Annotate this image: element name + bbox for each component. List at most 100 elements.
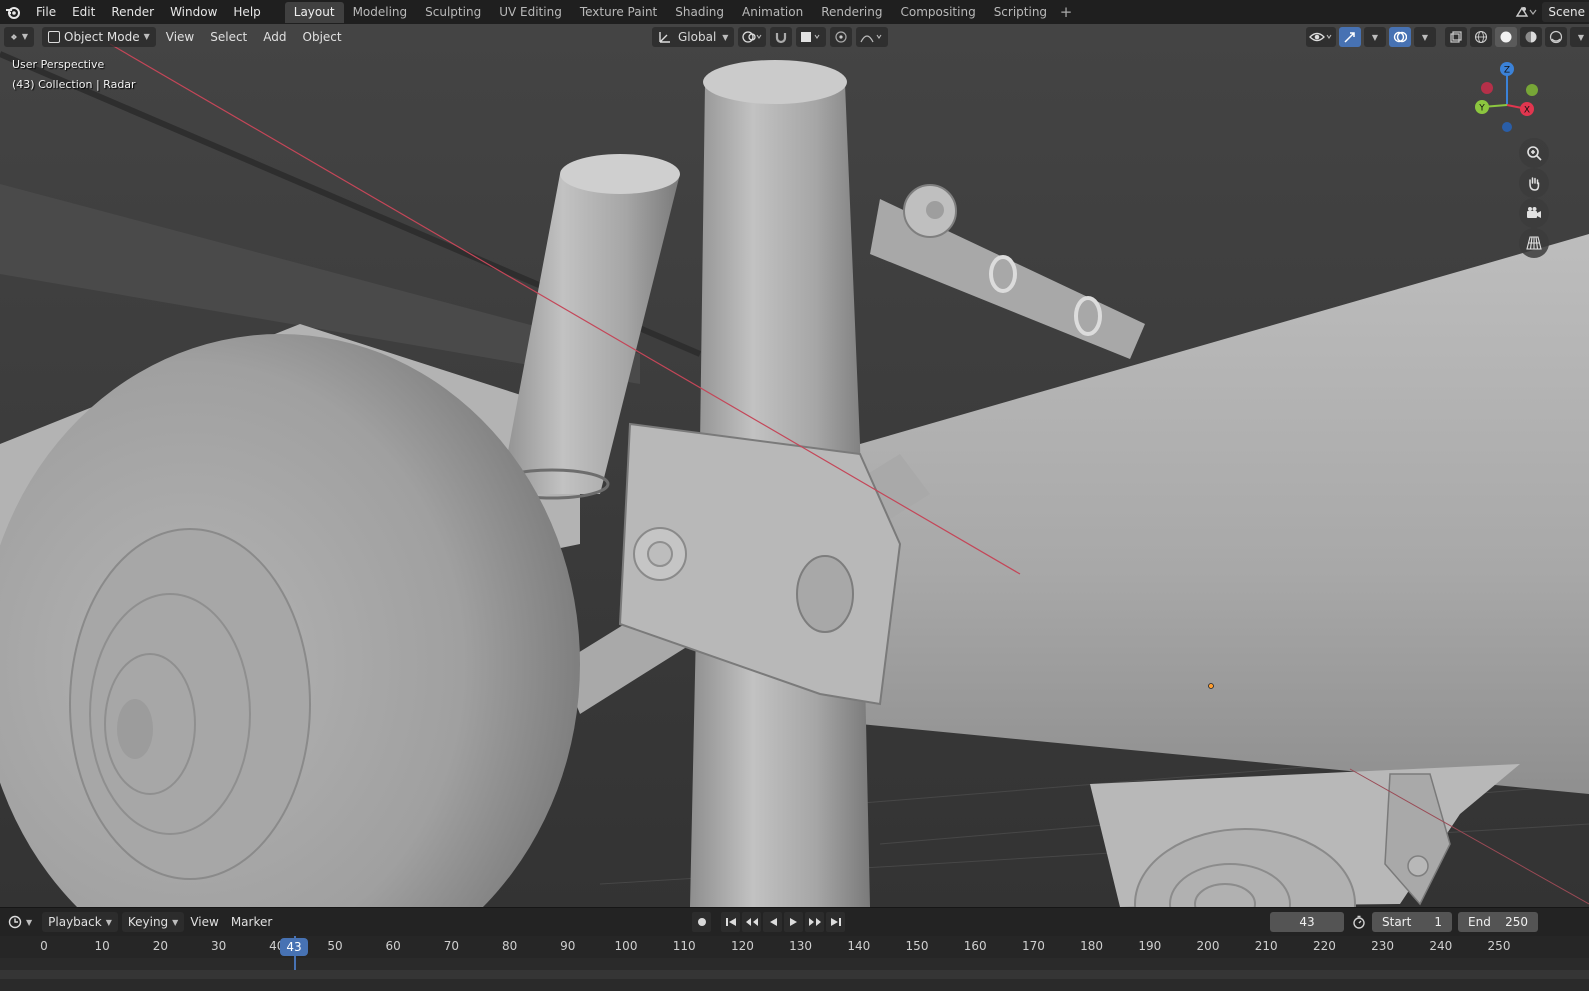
jump-to-end-button[interactable] (826, 912, 845, 932)
current-frame-field[interactable]: 43 (1270, 912, 1344, 932)
gizmo-y-label: Y (1478, 104, 1485, 114)
navigation-gizmo[interactable]: Z X Y (1462, 60, 1552, 150)
keying-menu-label: Keying (127, 915, 169, 929)
pivot-point-selector[interactable] (738, 27, 767, 47)
gizmo-icon (1344, 32, 1355, 43)
shading-rendered[interactable] (1545, 27, 1567, 47)
frame-tick-label: 230 (1371, 939, 1395, 953)
start-label: Start (1382, 915, 1412, 929)
menu-file[interactable]: File (28, 1, 64, 23)
tab-shading[interactable]: Shading (666, 2, 733, 23)
perspective-toggle-button[interactable] (1519, 228, 1549, 258)
frame-ruler[interactable]: 0 10 20 30 40 50 60 70 80 90 100 110 120 130 140 150 160… (0, 936, 1589, 958)
object-mode-icon (48, 31, 60, 43)
prev-keyframe-icon (745, 918, 758, 926)
viewport-display-tools: ▼ ▼ ▼ (1306, 27, 1589, 47)
tab-scripting[interactable]: Scripting (985, 2, 1056, 23)
perspective-label: User Perspective (12, 58, 105, 71)
tab-animation[interactable]: Animation (733, 2, 812, 23)
proportional-editing-toggle[interactable] (830, 27, 853, 47)
record-button[interactable] (692, 912, 711, 932)
tab-sculpting[interactable]: Sculpting (416, 2, 490, 23)
tab-layout[interactable]: Layout (284, 1, 344, 23)
frame-tick-label: 180 (1080, 939, 1104, 953)
menu-render[interactable]: Render (103, 1, 162, 23)
gizmo-toggle[interactable] (1339, 27, 1361, 47)
menu-object[interactable]: Object (297, 27, 348, 47)
shading-wireframe[interactable] (1470, 27, 1492, 47)
snap-toggle[interactable] (770, 27, 793, 47)
gizmo-options[interactable]: ▼ (1364, 27, 1386, 47)
xray-toggle[interactable] (1445, 27, 1467, 47)
solid-sphere-icon (1500, 31, 1512, 43)
tab-texture-paint[interactable]: Texture Paint (571, 2, 666, 23)
scene-icon[interactable] (1510, 2, 1542, 22)
material-sphere-icon (1525, 31, 1537, 43)
timeline-view-menu[interactable]: View (184, 915, 224, 929)
frame-tick-label: 80 (501, 939, 518, 953)
transform-orientation-selector[interactable]: Global ▼ (652, 27, 735, 47)
jump-to-start-button[interactable] (721, 912, 740, 932)
menu-add[interactable]: Add (257, 27, 292, 47)
mode-label: Object Mode (64, 30, 140, 44)
frame-tick-label: 70 (443, 939, 460, 953)
menu-select[interactable]: Select (204, 27, 253, 47)
playhead-frame-indicator[interactable]: 43 (280, 938, 308, 956)
camera-view-button[interactable] (1519, 198, 1549, 228)
playback-menu[interactable]: Playback ▼ (42, 912, 118, 932)
chevron-down-icon: ▼ (26, 917, 33, 927)
play-icon (789, 918, 797, 926)
stopwatch-icon[interactable] (1350, 913, 1368, 931)
proportional-edit-icon (835, 31, 848, 43)
tab-compositing[interactable]: Compositing (891, 2, 984, 23)
shading-solid[interactable] (1495, 27, 1517, 47)
start-frame-field[interactable]: Start 1 (1372, 912, 1452, 932)
scene-selector[interactable]: Scene (1510, 2, 1589, 22)
3d-viewport[interactable]: ▼ Object Mode ▼ View Select Add Object G… (0, 24, 1589, 907)
play-reverse-icon (769, 918, 777, 926)
overlays-options[interactable]: ▼ (1414, 27, 1436, 47)
zoom-button[interactable] (1519, 138, 1549, 168)
timeline-track-area[interactable] (0, 958, 1589, 991)
shading-options[interactable]: ▼ (1570, 27, 1589, 47)
menu-edit[interactable]: Edit (64, 1, 103, 23)
frame-tick-label: 200 (1196, 939, 1220, 953)
frame-tick-label: 50 (327, 939, 343, 953)
blender-logo-icon[interactable] (4, 3, 22, 21)
xray-icon (1450, 31, 1462, 43)
chevron-down-icon: ▼ (105, 917, 112, 927)
menu-view[interactable]: View (160, 27, 200, 47)
play-button[interactable] (784, 912, 803, 932)
previous-keyframe-button[interactable] (742, 912, 761, 932)
overlays-toggle[interactable] (1389, 27, 1411, 47)
scene-name[interactable]: Scene (1542, 2, 1589, 22)
next-keyframe-button[interactable] (805, 912, 824, 932)
visibility-selector[interactable] (1306, 27, 1336, 47)
pan-button[interactable] (1519, 168, 1549, 198)
marker-menu[interactable]: Marker (225, 915, 278, 929)
mode-selector[interactable]: Object Mode ▼ (42, 27, 156, 47)
play-reverse-button[interactable] (763, 912, 782, 932)
snap-increment-icon (801, 32, 820, 42)
eye-icon (1309, 32, 1332, 42)
chevron-down-icon: ▼ (1577, 32, 1585, 42)
keying-menu[interactable]: Keying ▼ (121, 912, 185, 932)
timeline-editor-type[interactable]: ▼ (2, 915, 38, 929)
timeline-editor: ▼ Playback ▼ Keying ▼ View Marker 43 Sta… (0, 907, 1589, 991)
shading-material-preview[interactable] (1520, 27, 1542, 47)
menu-window[interactable]: Window (162, 1, 225, 23)
tab-uv-editing[interactable]: UV Editing (490, 2, 571, 23)
frame-tick-label: 170 (1021, 939, 1045, 953)
tab-modeling[interactable]: Modeling (344, 2, 417, 23)
frame-tick-label: 10 (94, 939, 110, 953)
tab-rendering[interactable]: Rendering (812, 2, 891, 23)
frame-tick-label: 240 (1429, 939, 1453, 953)
snap-target-selector[interactable] (796, 27, 827, 47)
add-workspace-button[interactable]: + (1056, 3, 1076, 21)
frame-tick-label: 140 (847, 939, 871, 953)
editor-type-selector[interactable]: ▼ (4, 27, 34, 47)
menu-help[interactable]: Help (225, 1, 268, 23)
proportional-falloff-selector[interactable] (856, 27, 889, 47)
end-frame-field[interactable]: End 250 (1458, 912, 1538, 932)
transform-tools: Global ▼ (652, 27, 889, 47)
